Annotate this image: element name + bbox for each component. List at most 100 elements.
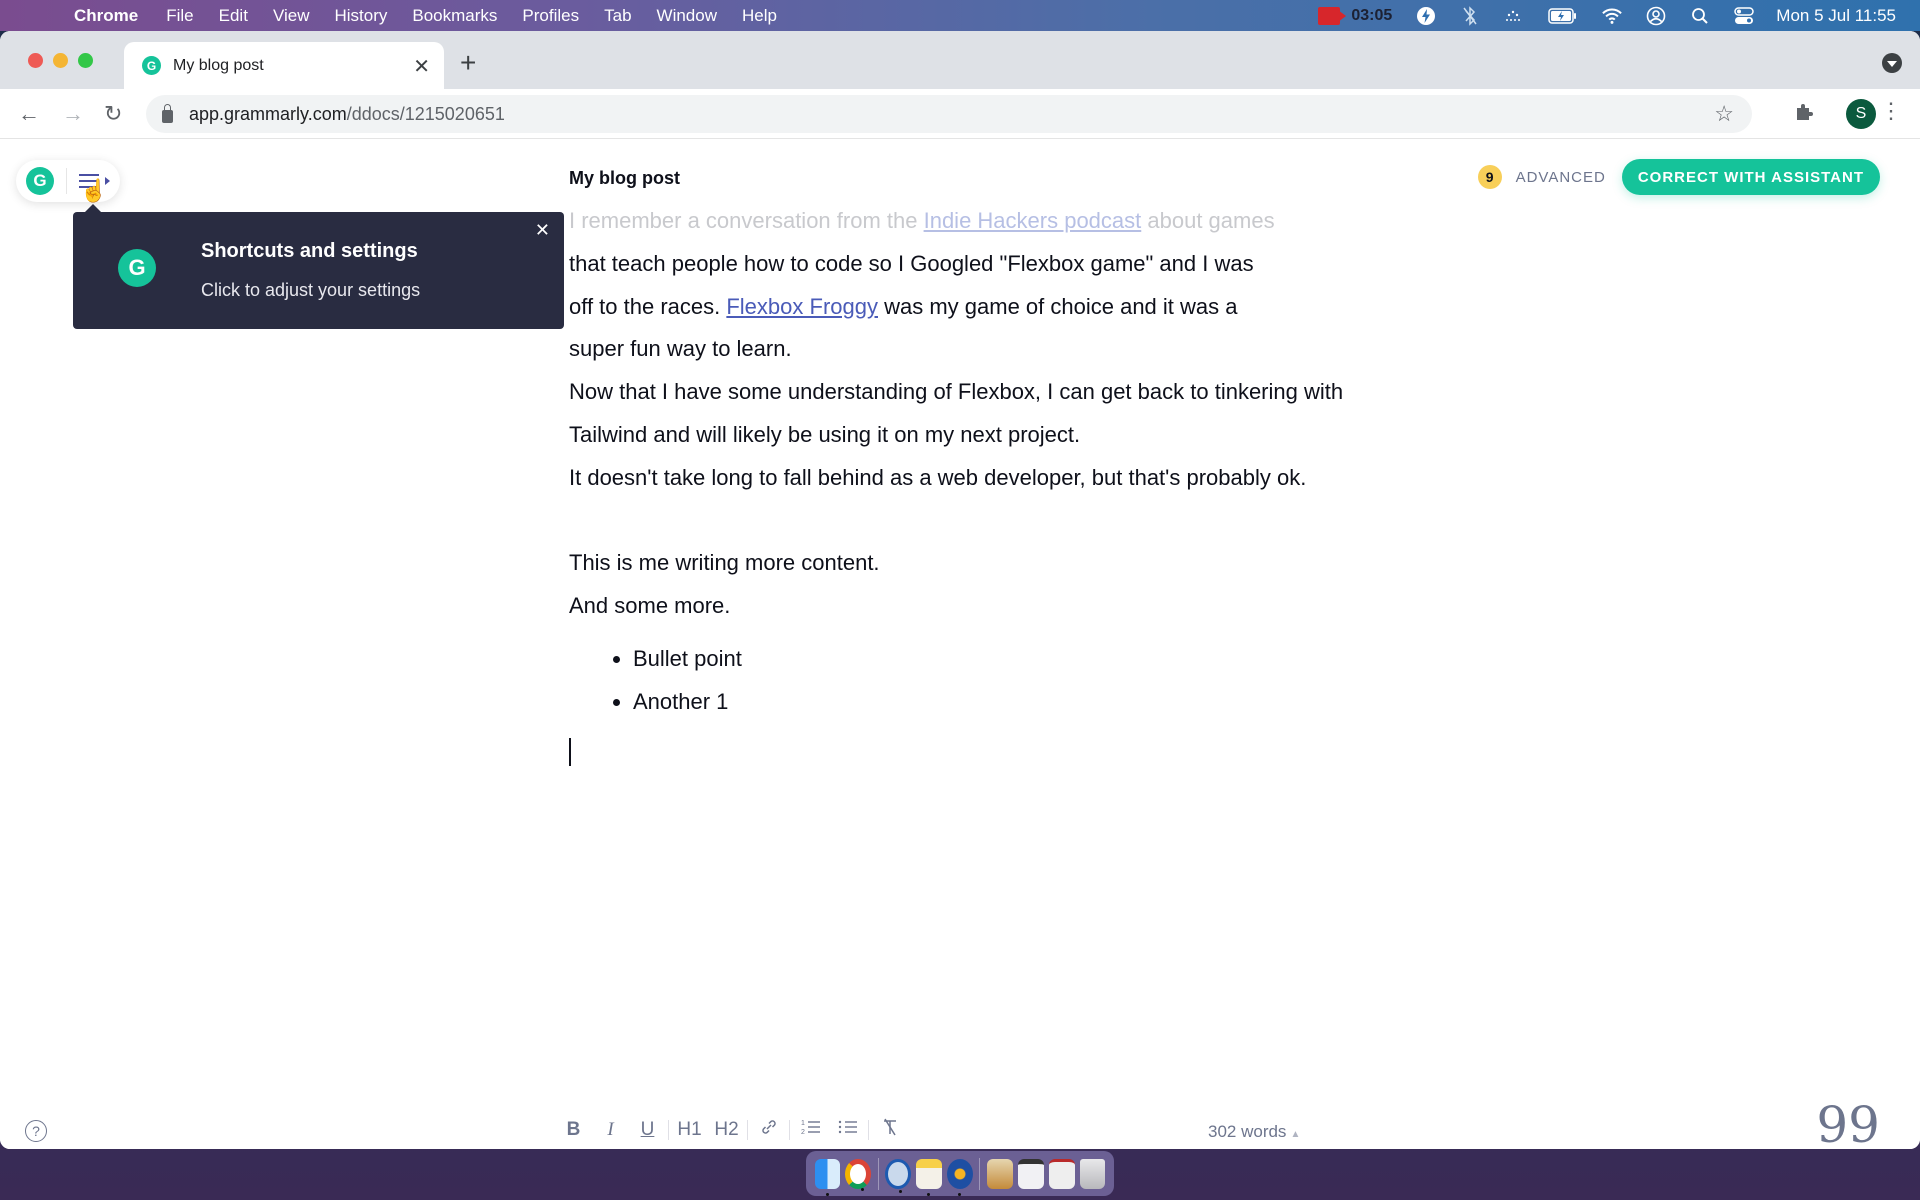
dock-divider [979,1157,981,1190]
dock-chrome-window-icon[interactable] [1017,1158,1044,1189]
text-run: was my game of choice and it was a [877,293,1238,319]
underline-button[interactable]: U [629,1119,666,1141]
browser-toolbar: ← → ↻ app.grammarly.com/ddocs/1215020651… [0,89,1920,139]
ordered-list-icon: 12 [801,1120,820,1136]
menu-edit[interactable]: Edit [219,6,248,26]
paragraph: Now that I have some understanding of Fl… [569,379,1344,447]
tab-title: My blog post [173,56,264,74]
link-button[interactable] [750,1118,787,1142]
dock-reeder-icon[interactable] [947,1158,973,1196]
heading-2-button[interactable]: H2 [708,1119,745,1141]
menu-profiles[interactable]: Profiles [522,6,579,26]
grammarly-logo-icon: G [118,249,156,287]
indie-hackers-link[interactable]: Indie Hackers podcast [924,208,1142,233]
empty-line [569,500,1369,543]
browser-tab[interactable]: G My blog post ✕ [124,42,444,89]
browser-window: G My blog post ✕ + ← → ↻ app.grammarly.c… [0,31,1920,1149]
ordered-list-button[interactable]: 12 [792,1118,829,1142]
dock-1password-icon[interactable] [885,1158,912,1193]
text-run: about games [1141,208,1275,233]
menu-window[interactable]: Window [657,6,717,26]
text-run: I remember a conversation from the [569,208,924,233]
grammarly-editor-page: G ☝ G Shortcuts and settings Click to ad… [0,140,1920,1149]
screen-recorder-status[interactable]: 03:05 [1318,6,1393,25]
word-count[interactable]: 302 words ▲ [1208,1122,1300,1142]
user-icon[interactable] [1646,6,1666,26]
recording-time: 03:05 [1351,6,1393,24]
lightning-app-icon[interactable] [1416,6,1436,26]
widget-divider [66,168,67,194]
control-center-icon[interactable] [1734,6,1755,26]
svg-text:2: 2 [801,1129,805,1136]
correct-with-assistant-button[interactable]: CORRECT WITH ASSISTANT [1621,159,1880,195]
bullet-list: Bullet point Another 1 [569,638,1369,724]
bold-button[interactable]: B [555,1119,592,1141]
close-window-button[interactable] [28,53,43,68]
dock-finder-icon[interactable] [814,1158,841,1196]
tooltip-title: Shortcuts and settings [201,240,418,262]
quote-icon[interactable]: 99 [1816,1100,1880,1149]
profile-avatar[interactable]: S [1846,99,1876,129]
svg-text:1: 1 [801,1120,805,1127]
caret-up-icon: ▲ [1290,1129,1301,1140]
heading-1-button[interactable]: H1 [671,1119,708,1141]
menu-tab[interactable]: Tab [604,6,631,26]
paragraph-line: off to the races. Flexbox Froggy was my … [569,286,1369,329]
suggestions-count-badge[interactable]: 9 [1477,165,1502,189]
new-tab-button[interactable]: + [460,47,476,79]
formatting-toolbar: B I U H1 H2 12 [555,1112,908,1148]
window-controls [28,53,93,68]
zoom-window-button[interactable] [78,53,93,68]
help-icon[interactable]: ? [25,1120,47,1142]
forward-arrow-icon[interactable]: → [62,101,84,127]
screen-recorder-icon [1318,6,1347,25]
dock-trash-icon[interactable] [1079,1158,1106,1189]
tab-search-icon[interactable] [1882,53,1902,73]
menu-bar: Chrome File Edit View History Bookmarks … [0,0,1920,31]
menu-file[interactable]: File [166,6,193,26]
minimize-window-button[interactable] [53,53,68,68]
document-title[interactable]: My blog post [569,168,680,189]
bluetooth-off-icon[interactable] [1460,5,1480,26]
close-tooltip-icon[interactable]: ✕ [535,220,550,241]
goal-level-label[interactable]: ADVANCED [1516,169,1606,186]
url-path: /ddocs/1215020651 [346,103,505,124]
text-run: off to the races. [569,293,727,319]
paragraph: This is me writing more content. [569,550,880,576]
bullet-list-button[interactable] [829,1118,866,1142]
battery-charging-icon[interactable] [1548,6,1578,26]
dock [806,1151,1114,1196]
toolbar-divider [747,1120,748,1140]
grammarly-logo-icon[interactable]: G [26,167,54,195]
lock-icon[interactable] [162,103,173,123]
menu-help[interactable]: Help [742,6,777,26]
dots-icon[interactable] [1504,6,1524,26]
chrome-menu-icon[interactable]: ⋮ [1880,100,1902,122]
back-arrow-icon[interactable]: ← [18,101,40,127]
address-bar[interactable]: app.grammarly.com/ddocs/1215020651 ☆ [146,95,1752,133]
dock-archive-utility-icon[interactable] [986,1158,1013,1189]
reload-icon[interactable]: ↻ [104,101,122,127]
clear-formatting-button[interactable] [871,1118,908,1142]
menu-view[interactable]: View [273,6,310,26]
italic-button[interactable]: I [592,1119,629,1141]
spotlight-search-icon[interactable] [1690,6,1710,26]
close-tab-icon[interactable]: ✕ [413,54,430,79]
pointer-hand-cursor-icon: ☝ [80,178,108,203]
wifi-icon[interactable] [1602,6,1623,26]
menu-bookmarks[interactable]: Bookmarks [412,6,497,26]
link-icon [761,1120,776,1134]
dock-notes-icon[interactable] [916,1158,943,1196]
extensions-puzzle-icon[interactable] [1794,102,1814,128]
bookmark-star-icon[interactable]: ☆ [1714,101,1734,127]
menu-app-chrome[interactable]: Chrome [74,6,138,26]
dock-chrome-icon[interactable] [845,1158,872,1191]
text-caret [569,737,571,766]
grammarly-favicon-icon: G [142,56,161,75]
flexbox-froggy-link[interactable]: Flexbox Froggy [726,294,878,319]
tab-strip: G My blog post ✕ + [0,31,1920,89]
dock-window-preview-icon[interactable] [1048,1158,1075,1189]
menu-history[interactable]: History [334,6,387,26]
menu-clock[interactable]: Mon 5 Jul 11:55 [1776,6,1896,26]
document-editor[interactable]: I remember a conversation from the Indie… [569,200,1369,766]
